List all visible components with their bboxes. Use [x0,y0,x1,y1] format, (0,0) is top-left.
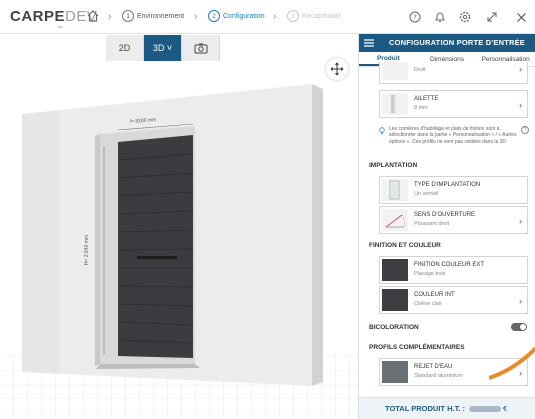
view-3d-button[interactable]: 3D ˅ [144,35,182,61]
3d-viewer[interactable]: l= 8180 mm H= 2 640 mm 2D 3D ˅ [0,34,358,419]
svg-text:?: ? [413,14,417,22]
option-finition-couleur-ext[interactable]: FINITION COULEUR EXT Placage bois [379,256,528,284]
section-profils-complementaires: PROFILS COMPLÉMENTAIRES [369,344,465,351]
section-implantation: IMPLANTATION [369,162,418,169]
home-icon[interactable] [86,9,100,23]
fullscreen-icon[interactable] [484,9,500,25]
option-thumbnail [382,179,408,201]
option-sens-ouverture[interactable]: SENS D'OUVERTURE Poussant droit › [379,206,528,234]
dimension-height-label: H= 2 640 mm [84,234,91,266]
help-icon[interactable]: ? [408,9,424,25]
view-2d-button[interactable]: 2D [106,35,144,61]
orange-accent-decoration [489,346,535,380]
color-swatch [382,259,408,281]
chevron-right-icon: › [519,296,522,306]
move-camera-icon[interactable] [326,58,348,80]
option-couleur-int[interactable]: COULEUR INT Chêne clair › [379,286,528,314]
lightbulb-icon [379,127,385,135]
chevron-right-icon: › [108,11,112,22]
step-environnement[interactable]: 1 Environnement [122,8,184,24]
section-bicoloration: BICOLORATION [369,324,419,331]
total-footer: TOTAL PRODUIT H.T. : € [359,397,535,419]
chevron-right-icon: › [273,11,277,22]
option-item-droit[interactable]: Droit › [379,62,528,84]
close-icon[interactable] [513,9,529,25]
chevron-right-icon: › [194,11,198,22]
chevron-right-icon: › [519,64,522,74]
info-note: Les cornières d'habillage et plats de fi… [389,126,517,145]
section-finition-couleur: FINITION ET COULEUR [369,242,441,249]
chevron-right-icon: › [519,100,522,110]
bicoloration-toggle[interactable] [511,323,527,331]
option-thumbnail [382,62,408,80]
option-type-implantation[interactable]: TYPE D'IMPLANTATION Un ventail [379,176,528,204]
logo-subtitle: by... [58,24,66,29]
step-configuration[interactable]: 2 Configuration [208,8,265,24]
bell-icon[interactable] [432,9,448,25]
total-price: € [469,404,507,413]
total-label: TOTAL PRODUIT H.T. : [385,404,465,413]
scene-render [0,34,358,419]
question-icon[interactable]: ? [521,126,529,134]
option-thumbnail [382,93,408,115]
camera-button[interactable] [182,35,220,61]
panel-title: CONFIGURATION PORTE D'ENTRÉE [389,38,525,47]
option-thumbnail [382,209,408,231]
chevron-right-icon: › [519,216,522,226]
panel-header: CONFIGURATION PORTE D'ENTRÉE [359,34,535,52]
configuration-panel: CONFIGURATION PORTE D'ENTRÉE Produit Dim… [358,34,535,419]
step-recapitulatif: 3 Récapitulatif [287,8,341,24]
top-bar: CARPEDEV by... › 1 Environnement › 2 Con… [0,0,535,34]
toggle-knob [520,324,526,330]
camera-icon [194,43,207,54]
hamburger-menu-icon[interactable] [364,38,374,48]
app-logo[interactable]: CARPEDEV [10,8,97,25]
option-thumbnail [382,361,408,383]
color-swatch [382,289,408,311]
settings-gear-icon[interactable] [458,9,474,25]
option-item-ailette[interactable]: AILETTE 8 mm › [379,90,528,118]
view-mode-toolbar: 2D 3D ˅ [106,35,220,61]
